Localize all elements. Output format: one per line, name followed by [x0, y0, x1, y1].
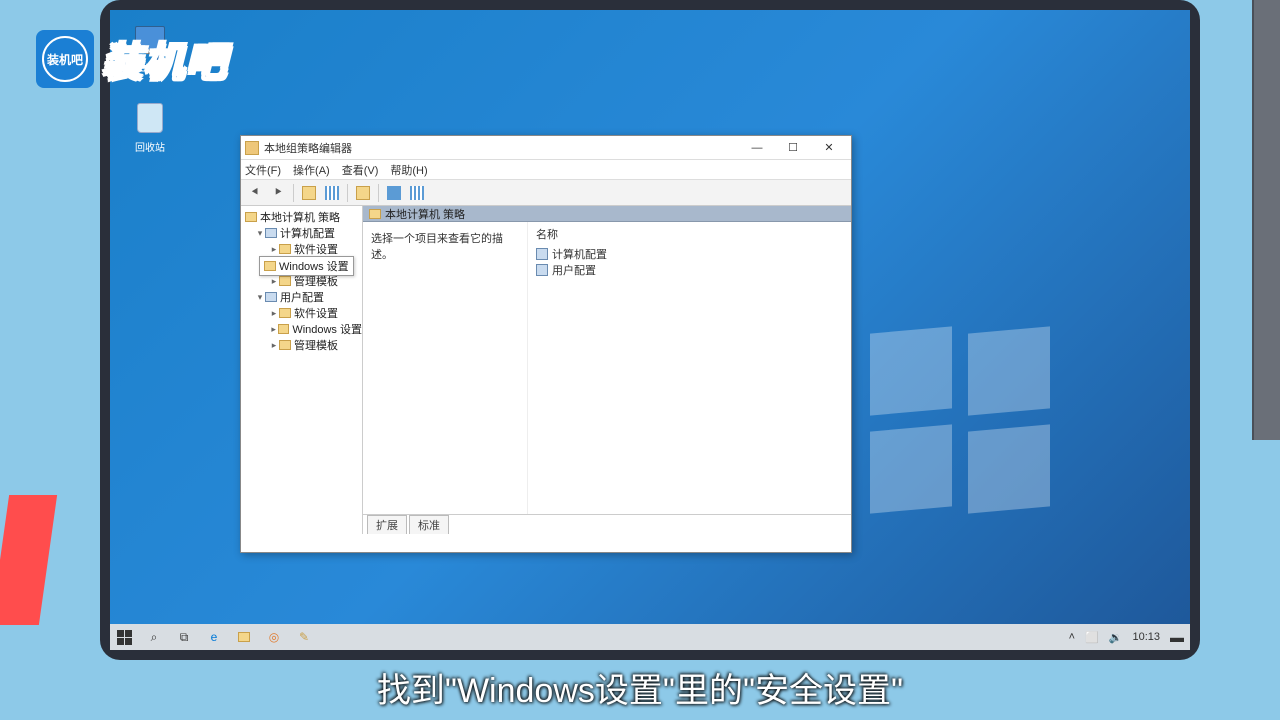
taskbar-app[interactable]: ✎: [296, 629, 312, 645]
content-pane: 本地计算机 策略 选择一个项目来查看它的描述。 名称 计算机配置 用户配置: [363, 206, 851, 534]
monitor-frame: 此电脑 回收站 本地组策略编辑器 — ☐ ✕ 文件(F) 操作(A) 查看(V)…: [100, 0, 1200, 660]
menubar: 文件(F) 操作(A) 查看(V) 帮助(H): [241, 160, 851, 180]
start-button[interactable]: [116, 629, 132, 645]
folder-icon: [279, 276, 291, 286]
items-panel: 名称 计算机配置 用户配置: [528, 222, 851, 514]
folder-icon: [264, 261, 276, 271]
taskbar: ⌕ ⧉ e ◎ ✎ ˄ ⬜ 🔉 10:13 ▬: [110, 624, 1190, 650]
tab-extended[interactable]: 扩展: [367, 515, 407, 534]
config-icon: [536, 264, 548, 276]
menu-file[interactable]: 文件(F): [245, 162, 281, 178]
tab-standard[interactable]: 标准: [409, 515, 449, 534]
folder-icon: [279, 340, 291, 350]
list-icon: [325, 186, 339, 200]
folder-icon: [356, 186, 370, 200]
column-name[interactable]: 名称: [536, 226, 843, 242]
folder-icon: [369, 209, 381, 219]
folder-icon: [245, 212, 257, 222]
titlebar[interactable]: 本地组策略编辑器 — ☐ ✕: [241, 136, 851, 160]
accent-red: [0, 495, 57, 625]
item-computer-config[interactable]: 计算机配置: [536, 246, 843, 262]
help-icon: [387, 186, 401, 200]
folder-icon: [238, 632, 250, 642]
app-icon: [245, 141, 259, 155]
description-panel: 选择一个项目来查看它的描述。: [363, 222, 528, 514]
folder-icon: [302, 186, 316, 200]
desktop: 此电脑 回收站 本地组策略编辑器 — ☐ ✕ 文件(F) 操作(A) 查看(V)…: [110, 10, 1190, 650]
tool-view-button[interactable]: [407, 183, 427, 203]
taskbar-browser[interactable]: ◎: [266, 629, 282, 645]
brand-badge: 装机吧 装机吧: [36, 30, 228, 88]
tray-chevron-icon[interactable]: ˄: [1069, 631, 1075, 643]
gpedit-window: 本地组策略编辑器 — ☐ ✕ 文件(F) 操作(A) 查看(V) 帮助(H) ⯇…: [240, 135, 852, 553]
tree-user-windows[interactable]: ▸Windows 设置: [241, 321, 362, 337]
brand-label: 装机吧: [102, 30, 228, 88]
desktop-icon-label: 回收站: [125, 139, 175, 154]
config-icon: [536, 248, 548, 260]
tabs-bar: 扩展 标准: [363, 514, 851, 534]
taskbar-explorer[interactable]: [236, 629, 252, 645]
tray-time[interactable]: 10:13: [1132, 631, 1160, 643]
tray-network-icon[interactable]: ⬜: [1085, 631, 1099, 644]
tool-up-button[interactable]: [299, 183, 319, 203]
tool-properties-button[interactable]: [322, 183, 342, 203]
bin-icon: [137, 103, 163, 133]
item-user-config[interactable]: 用户配置: [536, 262, 843, 278]
window-title: 本地组策略编辑器: [264, 140, 739, 156]
tree-root[interactable]: 本地计算机 策略: [241, 209, 362, 225]
config-icon: [265, 228, 277, 238]
tray-volume-icon[interactable]: 🔉: [1109, 631, 1123, 644]
tool-refresh-button[interactable]: [353, 183, 373, 203]
folder-icon: [279, 308, 291, 318]
tool-help-button[interactable]: [384, 183, 404, 203]
desktop-icon-recycle-bin[interactable]: 回收站: [125, 100, 175, 154]
toolbar: ⯇ ⯈: [241, 180, 851, 206]
menu-view[interactable]: 查看(V): [342, 162, 379, 178]
taskbar-edge[interactable]: e: [206, 629, 222, 645]
folder-icon: [279, 244, 291, 254]
tree-user-admin[interactable]: ▸管理模板: [241, 337, 362, 353]
description-hint: 选择一个项目来查看它的描述。: [371, 230, 519, 262]
menu-action[interactable]: 操作(A): [293, 162, 330, 178]
nav-back-button[interactable]: ⯇: [245, 183, 265, 203]
tree-user-software[interactable]: ▸软件设置: [241, 305, 362, 321]
video-subtitle: 找到"Windows设置"里的"安全设置": [0, 663, 1280, 712]
tray-notifications-icon[interactable]: ▬: [1170, 629, 1184, 645]
brand-logo-icon: 装机吧: [36, 30, 94, 88]
view-icon: [410, 186, 424, 200]
maximize-button[interactable]: ☐: [775, 138, 811, 158]
search-button[interactable]: ⌕: [146, 629, 162, 645]
tree-computer-config[interactable]: ▾计算机配置: [241, 225, 362, 241]
accent-gray: [1252, 0, 1280, 440]
tree-windows-settings-row[interactable]: Windows 设置: [241, 257, 362, 273]
tree-pane[interactable]: 本地计算机 策略 ▾计算机配置 ▸软件设置 Windows 设置 ▸管理模板 ▾…: [241, 206, 363, 534]
windows-logo-icon: [870, 330, 1050, 510]
nav-forward-button[interactable]: ⯈: [268, 183, 288, 203]
content-header: 本地计算机 策略: [363, 206, 851, 222]
content-header-label: 本地计算机 策略: [385, 206, 465, 222]
tree-windows-settings-tooltip[interactable]: Windows 设置: [259, 256, 354, 276]
minimize-button[interactable]: —: [739, 138, 775, 158]
tree-software-settings[interactable]: ▸软件设置: [241, 241, 362, 257]
tree-user-config[interactable]: ▾用户配置: [241, 289, 362, 305]
folder-icon: [278, 324, 289, 334]
config-icon: [265, 292, 277, 302]
task-view-button[interactable]: ⧉: [176, 629, 192, 645]
close-button[interactable]: ✕: [811, 138, 847, 158]
menu-help[interactable]: 帮助(H): [390, 162, 427, 178]
windows-icon: [117, 630, 132, 645]
